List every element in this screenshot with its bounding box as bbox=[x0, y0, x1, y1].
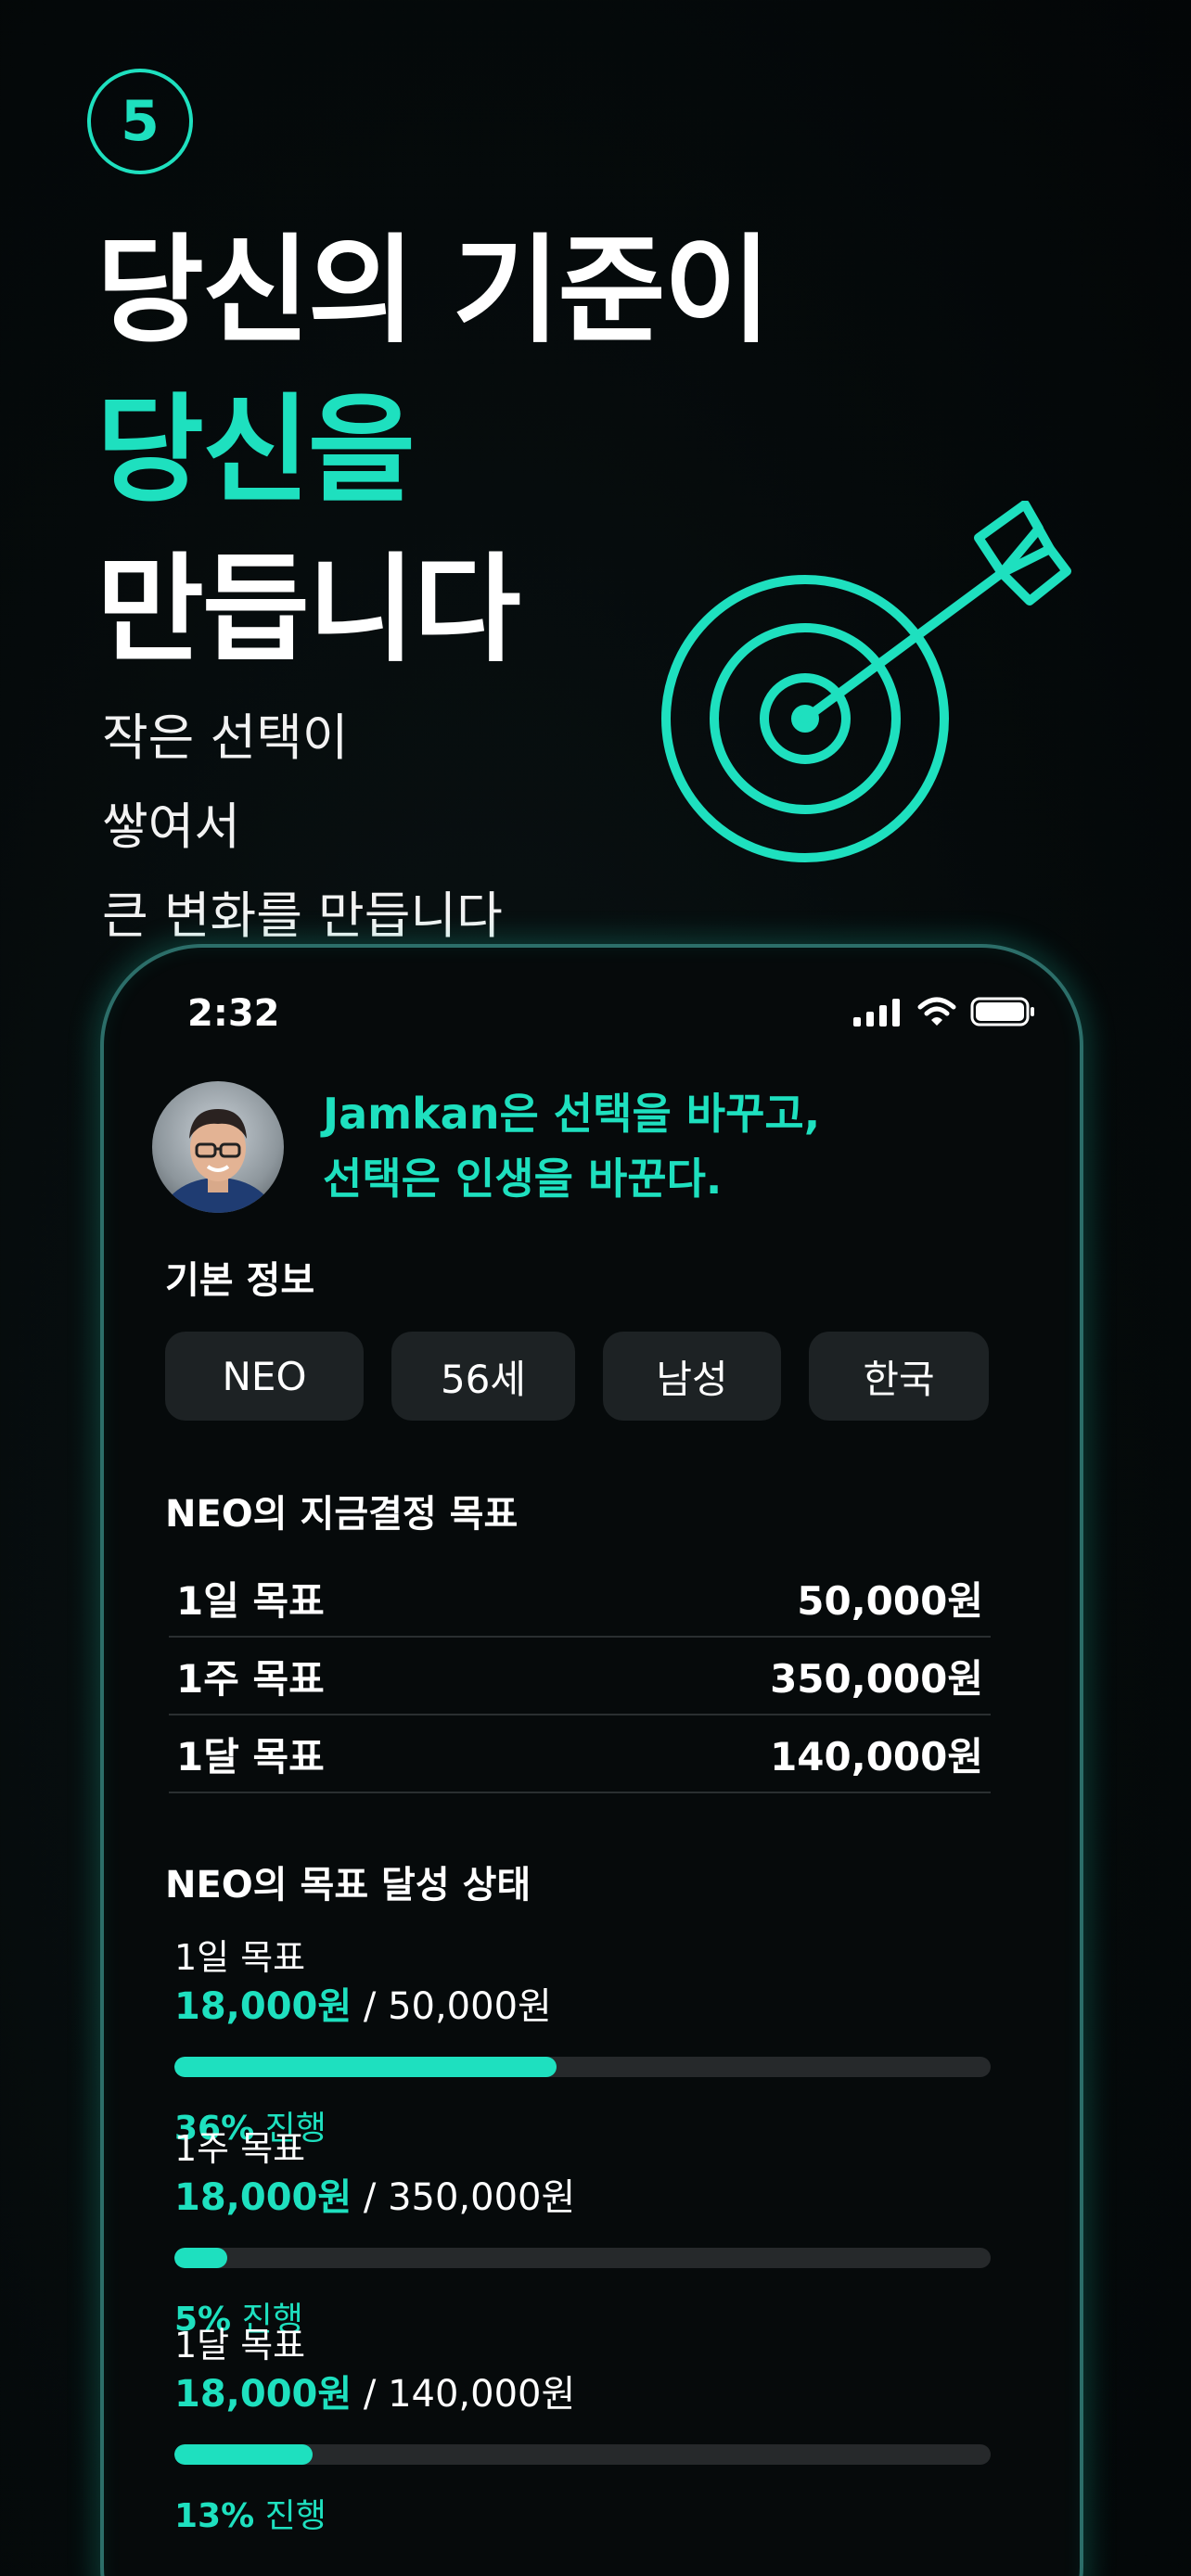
headline-line-1: 당신의 기준이 bbox=[96, 223, 771, 359]
progress-day: 1일 목표 18,000원 / 50,000원 36% 진행 bbox=[174, 1934, 991, 2149]
percent-suffix: 진행 bbox=[254, 2497, 327, 2535]
progress-fill bbox=[174, 2444, 313, 2465]
progress-label: 1달 목표 bbox=[174, 2325, 306, 2366]
target-arrow-icon bbox=[661, 501, 1071, 862]
person-icon bbox=[160, 1109, 275, 1213]
quote-text: Jamkan은 선택을 바꾸고, 선택은 인생을 바꾼다. bbox=[323, 1081, 820, 1211]
avatar bbox=[152, 1081, 284, 1213]
chip-country[interactable]: 한국 bbox=[809, 1332, 989, 1421]
goal-row-day: 1일 목표 50,000원 bbox=[169, 1560, 991, 1638]
progress-fill bbox=[174, 2248, 228, 2268]
progress-title: NEO의 목표 달성 상태 bbox=[165, 1864, 531, 1906]
progress-total: / 140,000원 bbox=[352, 2373, 576, 2416]
wifi-icon bbox=[917, 997, 956, 1026]
goal-label: 1일 목표 bbox=[176, 1577, 325, 1624]
goal-value: 350,000원 bbox=[770, 1655, 983, 1702]
progress-amount: 18,000원 / 140,000원 bbox=[174, 2368, 991, 2420]
subtitle-line: 작은 선택이 bbox=[102, 708, 349, 767]
progress-current: 18,000원 bbox=[174, 1985, 352, 2028]
goal-label: 1달 목표 bbox=[176, 1733, 325, 1779]
goals-table: 1일 목표 50,000원 1주 목표 350,000원 1달 목표 140,0… bbox=[169, 1560, 991, 1793]
status-icons bbox=[852, 996, 1037, 1027]
progress-current: 18,000원 bbox=[174, 2373, 352, 2416]
progress-track bbox=[174, 2248, 991, 2268]
progress-track bbox=[174, 2057, 991, 2077]
progress-total: / 350,000원 bbox=[352, 2176, 576, 2219]
progress-percent: 13% 진행 bbox=[174, 2489, 991, 2537]
goal-value: 50,000원 bbox=[797, 1577, 983, 1624]
progress-amount: 18,000원 / 50,000원 bbox=[174, 1981, 991, 2033]
signal-icon bbox=[853, 999, 900, 1027]
status-time: 2:32 bbox=[187, 992, 280, 1035]
progress-week: 1주 목표 18,000원 / 350,000원 5% 진행 bbox=[174, 2125, 991, 2340]
progress-amount: 18,000원 / 350,000원 bbox=[174, 2172, 991, 2224]
basic-info-chips: NEO 56세 남성 한국 bbox=[165, 1332, 989, 1421]
progress-total: / 50,000원 bbox=[352, 1985, 552, 2028]
basic-info-title: 기본 정보 bbox=[165, 1259, 315, 1302]
progress-track bbox=[174, 2444, 991, 2465]
goals-title: NEO의 지금결정 목표 bbox=[165, 1493, 519, 1536]
progress-current: 18,000원 bbox=[174, 2176, 352, 2219]
quote-line: Jamkan은 선택을 바꾸고, bbox=[323, 1089, 821, 1139]
progress-fill bbox=[174, 2057, 557, 2077]
goal-label: 1주 목표 bbox=[176, 1655, 325, 1702]
subtitle: 작은 선택이 쌓여서 큰 변화를 만듭니다 bbox=[102, 694, 503, 961]
chip-gender[interactable]: 남성 bbox=[603, 1332, 781, 1421]
percent-value: 13% bbox=[174, 2497, 255, 2535]
chip-age[interactable]: 56세 bbox=[391, 1332, 575, 1421]
progress-month: 1달 목표 18,000원 / 140,000원 13% 진행 bbox=[174, 2322, 991, 2537]
goal-row-month: 1달 목표 140,000원 bbox=[169, 1715, 991, 1793]
subtitle-line: 쌓여서 bbox=[102, 797, 241, 856]
quote-line: 선택은 인생을 바꾼다. bbox=[323, 1154, 723, 1204]
phone-mockup: 2:32 Jamkan은 선택을 바꾸고, 선택은 인생을 바꾼다. 기본 정보… bbox=[100, 944, 1083, 2576]
battery-icon bbox=[970, 997, 1034, 1027]
step-number-badge: 5 bbox=[87, 69, 193, 174]
progress-label: 1일 목표 bbox=[174, 1937, 306, 1978]
chip-name[interactable]: NEO bbox=[165, 1332, 364, 1421]
progress-label: 1주 목표 bbox=[174, 2128, 306, 2169]
goal-value: 140,000원 bbox=[770, 1733, 983, 1779]
goal-row-week: 1주 목표 350,000원 bbox=[169, 1638, 991, 1715]
